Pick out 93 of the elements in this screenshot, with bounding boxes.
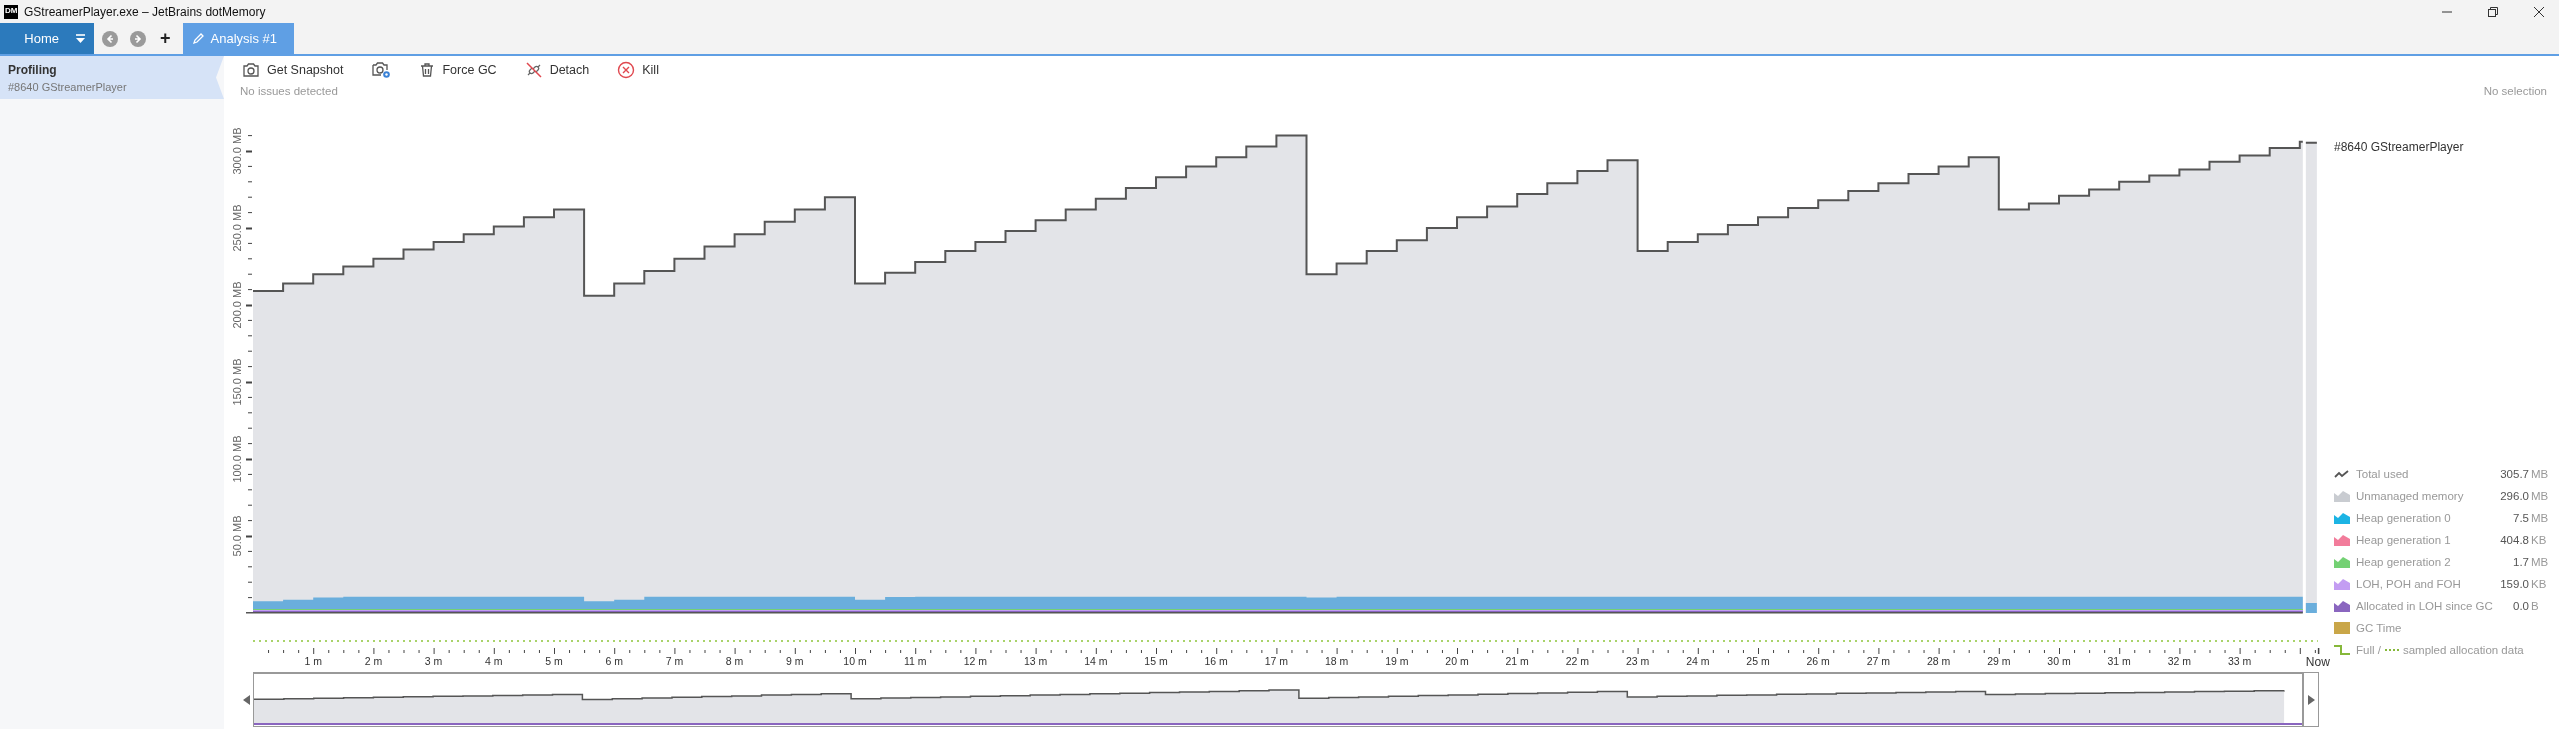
x-axis-label: 13 m bbox=[1023, 655, 1048, 667]
x-axis-label: 28 m bbox=[1926, 655, 1951, 667]
legend-unit: MB bbox=[2531, 489, 2550, 502]
x-axis-label: 8 m bbox=[725, 655, 744, 667]
dotted-line-icon bbox=[2384, 647, 2399, 652]
legend-label: GC Time bbox=[2356, 621, 2402, 634]
x-axis-label: 9 m bbox=[786, 655, 804, 667]
toolbar-button[interactable]: Get Snapshot bbox=[238, 60, 348, 81]
x-axis-label: 23 m bbox=[1625, 655, 1650, 667]
legend-label: sampled allocation data bbox=[2402, 643, 2524, 656]
x-axis-label: 10 m bbox=[843, 655, 867, 667]
x-axis-label: 18 m bbox=[1324, 655, 1349, 667]
app-logo: DM bbox=[4, 4, 18, 19]
close-icon[interactable] bbox=[2533, 5, 2545, 18]
new-tab-button[interactable]: + bbox=[158, 28, 173, 49]
x-axis-label: 12 m bbox=[963, 655, 988, 667]
x-axis-label: 16 m bbox=[1204, 655, 1228, 667]
trash-icon bbox=[419, 62, 436, 79]
restore-icon[interactable] bbox=[2487, 5, 2499, 18]
legend-unit: KB bbox=[2531, 533, 2548, 546]
x-axis-label: 15 m bbox=[1144, 655, 1168, 667]
x-axis-label: 27 m bbox=[1866, 655, 1891, 667]
x-axis-label: Now bbox=[2305, 655, 2330, 669]
x-axis-label: 1 m bbox=[304, 655, 322, 667]
x-axis-label: 5 m bbox=[545, 655, 563, 667]
camera-icon bbox=[242, 62, 260, 79]
toolbar-button[interactable]: Detach bbox=[520, 59, 594, 82]
y-axis-label: 300.0 MB bbox=[230, 127, 243, 175]
x-axis-label: 6 m bbox=[605, 655, 623, 667]
selection-text: No selection bbox=[2483, 84, 2547, 99]
x-axis-label: 29 m bbox=[1987, 655, 2011, 667]
x-axis-label: 26 m bbox=[1806, 655, 1830, 667]
legend-unit: MB bbox=[2531, 467, 2550, 480]
x-axis-label: 21 m bbox=[1505, 655, 1529, 667]
x-axis-label: 33 m bbox=[2227, 655, 2252, 667]
toolbar-button[interactable]: Kill bbox=[613, 59, 663, 82]
x-axis-label: 4 m bbox=[485, 655, 503, 667]
x-axis-label: 19 m bbox=[1385, 655, 1409, 667]
status-text: No issues detected bbox=[240, 84, 338, 99]
legend-label: Heap generation 0 bbox=[2356, 511, 2451, 524]
y-axis-label: 150.0 MB bbox=[230, 358, 243, 406]
session-item[interactable]: Profiling #8640 GStreamerPlayer bbox=[0, 56, 224, 99]
scroll-right-button[interactable] bbox=[2303, 672, 2319, 727]
legend-label: LOH, POH and FOH bbox=[2356, 577, 2461, 590]
x-axis-label: 22 m bbox=[1565, 655, 1590, 667]
process-label: #8640 GStreamerPlayer bbox=[2334, 140, 2465, 154]
y-axis-label: 200.0 MB bbox=[230, 281, 243, 329]
legend-value: 0.0 bbox=[2513, 599, 2529, 612]
legend-unit: KB bbox=[2531, 577, 2548, 590]
x-axis-label: 20 m bbox=[1445, 655, 1469, 667]
x-axis-label: 25 m bbox=[1746, 655, 1770, 667]
legend-label: Full / bbox=[2356, 643, 2381, 656]
unplug-icon bbox=[524, 61, 543, 80]
x-axis-label: 17 m bbox=[1264, 655, 1289, 667]
legend-unit: MB bbox=[2531, 555, 2550, 568]
y-axis-label: 100.0 MB bbox=[230, 435, 243, 483]
pencil-icon bbox=[191, 32, 205, 45]
x-axis-label: 11 m bbox=[903, 655, 927, 667]
toolbar-button[interactable]: Force GC bbox=[415, 60, 501, 81]
session-title: Profiling bbox=[8, 63, 58, 77]
legend-value: 159.0 bbox=[2500, 577, 2529, 590]
legend-unit: B bbox=[2531, 599, 2540, 612]
legend-label: Heap generation 2 bbox=[2356, 555, 2451, 568]
x-axis-label: 32 m bbox=[2167, 655, 2192, 667]
legend-label: Heap generation 1 bbox=[2356, 533, 2451, 546]
legend-label: Total used bbox=[2356, 467, 2409, 480]
legend-value: 7.5 bbox=[2513, 511, 2529, 524]
legend-value: 296.0 bbox=[2500, 489, 2529, 502]
x-axis-label: 24 m bbox=[1686, 655, 1710, 667]
y-axis-label: 250.0 MB bbox=[230, 204, 243, 252]
close-circle-icon bbox=[617, 61, 636, 80]
legend-unit: MB bbox=[2531, 511, 2550, 524]
x-axis-label: 30 m bbox=[2047, 655, 2071, 667]
caret-icon bbox=[75, 33, 86, 44]
x-axis-label: 2 m bbox=[364, 655, 383, 667]
x-axis-label: 14 m bbox=[1084, 655, 1108, 667]
right-arrow-icon bbox=[2307, 694, 2315, 705]
camera-gear-icon bbox=[371, 61, 392, 80]
x-axis-label: 7 m bbox=[665, 655, 684, 667]
forward-icon[interactable] bbox=[130, 30, 146, 47]
home-tab[interactable]: Home bbox=[0, 23, 94, 54]
x-axis-label: 31 m bbox=[2107, 655, 2131, 667]
left-arrow-icon bbox=[243, 694, 250, 705]
back-icon[interactable] bbox=[102, 30, 118, 47]
session-process: #8640 GStreamerPlayer bbox=[8, 81, 128, 93]
window-title: GStreamerPlayer.exe – JetBrains dotMemory bbox=[24, 4, 266, 19]
legend-value: 305.7 bbox=[2500, 467, 2529, 480]
legend-label: Allocated in LOH since GC bbox=[2356, 599, 2493, 612]
legend-label: Unmanaged memory bbox=[2356, 489, 2464, 502]
x-axis-label: 3 m bbox=[424, 655, 443, 667]
legend-value: 404.8 bbox=[2500, 533, 2529, 546]
y-axis-label: 50.0 MB bbox=[230, 515, 243, 557]
legend-value: 1.7 bbox=[2513, 555, 2529, 568]
